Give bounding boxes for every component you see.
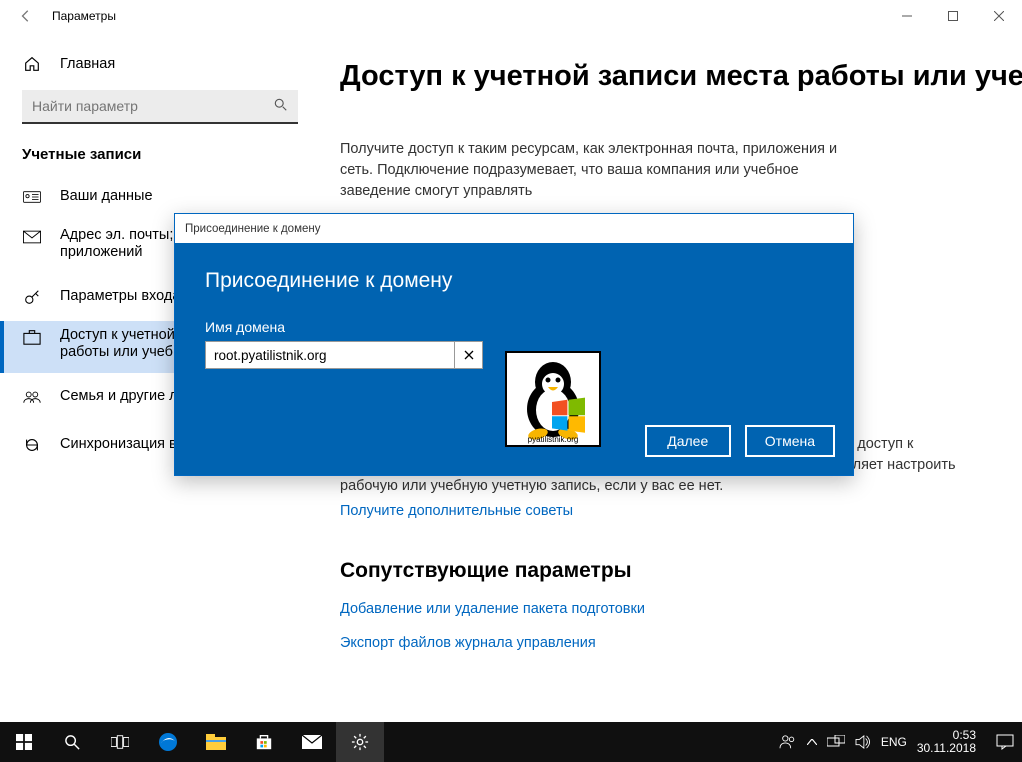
task-view-button[interactable] (96, 722, 144, 762)
key-icon (22, 287, 42, 307)
brand-logo: pyatilistnik.org (505, 351, 601, 447)
provisioning-package-link[interactable]: Добавление или удаление пакета подготовк… (340, 601, 1022, 617)
mail-icon (22, 227, 42, 247)
home-icon (22, 54, 42, 74)
search-input[interactable] (22, 90, 298, 124)
volume-tray-icon[interactable] (855, 735, 871, 749)
taskbar-settings-icon[interactable] (336, 722, 384, 762)
cancel-button[interactable]: Отмена (745, 425, 835, 457)
export-log-link[interactable]: Экспорт файлов журнала управления (340, 635, 1022, 651)
close-button[interactable] (976, 0, 1022, 32)
clock-date: 30.11.2018 (917, 742, 976, 755)
sidebar-item-label: Параметры входа (60, 288, 180, 305)
next-button[interactable]: Далее (645, 425, 731, 457)
logo-caption: pyatilistnik.org (528, 435, 579, 444)
window-titlebar: Параметры (0, 0, 1022, 32)
taskbar-mail-icon[interactable] (288, 722, 336, 762)
domain-name-input[interactable] (205, 341, 455, 369)
network-tray-icon[interactable] (827, 735, 845, 749)
tray-overflow-icon[interactable] (807, 739, 817, 745)
taskbar: ENG 0:53 30.11.2018 (0, 722, 1022, 762)
briefcase-icon (22, 327, 42, 347)
taskbar-edge-icon[interactable] (144, 722, 192, 762)
taskbar-store-icon[interactable] (240, 722, 288, 762)
sync-icon (22, 435, 42, 455)
maximize-button[interactable] (930, 0, 976, 32)
domain-name-label: Имя домена (205, 319, 823, 335)
join-domain-dialog: Присоединение к домену Присоединение к д… (174, 213, 854, 476)
sidebar-section-title: Учетные записи (0, 138, 320, 173)
search-icon (274, 98, 288, 112)
id-card-icon (22, 187, 42, 207)
taskbar-explorer-icon[interactable] (192, 722, 240, 762)
intro-text: Получите доступ к таким ресурсам, как эл… (340, 139, 840, 202)
language-indicator[interactable]: ENG (881, 735, 907, 749)
sidebar-home[interactable]: Главная (0, 44, 320, 84)
dialog-heading: Присоединение к домену (205, 269, 823, 293)
back-button[interactable] (4, 0, 48, 32)
get-tips-link[interactable]: Получите дополнительные советы (340, 503, 1022, 519)
taskbar-search-button[interactable] (48, 722, 96, 762)
people-tray-icon[interactable] (779, 734, 797, 750)
minimize-button[interactable] (884, 0, 930, 32)
system-tray: ENG 0:53 30.11.2018 (779, 729, 1022, 755)
start-button[interactable] (0, 722, 48, 762)
dialog-titlebar[interactable]: Присоединение к домену (175, 213, 853, 243)
taskbar-clock[interactable]: 0:53 30.11.2018 (917, 729, 986, 755)
clear-input-button[interactable] (455, 341, 483, 369)
sidebar-item-label: Ваши данные (60, 188, 153, 205)
people-icon (22, 387, 42, 407)
page-title: Доступ к учетной записи места работы или… (340, 60, 1022, 93)
dialog-title: Присоединение к домену (185, 223, 320, 235)
sidebar-home-label: Главная (60, 56, 115, 72)
window-title: Параметры (52, 9, 116, 23)
action-center-icon[interactable] (996, 734, 1014, 750)
related-settings-heading: Сопутствующие параметры (340, 559, 1022, 583)
